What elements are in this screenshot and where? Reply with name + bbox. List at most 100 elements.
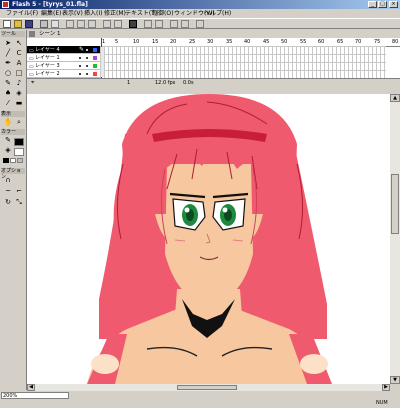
color-header: カラー — [1, 129, 25, 135]
redo-icon[interactable] — [114, 20, 122, 28]
menu-control[interactable]: 制御(O) — [152, 10, 173, 17]
layer-row[interactable]: ▭ レイヤー 4 ✎ — [27, 46, 100, 54]
horizontal-scrollbar[interactable]: ◀ ▶ — [27, 384, 390, 391]
stroke-color-icon[interactable]: ✎ — [3, 136, 13, 145]
default-colors-icon[interactable] — [3, 158, 9, 163]
layer-name: レイヤー 2 — [35, 71, 60, 77]
paste-icon[interactable] — [88, 20, 96, 28]
cut-icon[interactable] — [66, 20, 74, 28]
rectangle-tool-icon[interactable]: □ — [14, 69, 24, 78]
close-button[interactable]: × — [389, 1, 398, 8]
no-color-icon[interactable] — [10, 158, 16, 163]
subselect-tool-icon[interactable]: ↖ — [14, 39, 24, 48]
hand-tool-icon[interactable]: ✋ — [3, 118, 13, 127]
copy-icon[interactable] — [77, 20, 85, 28]
scroll-left-icon[interactable]: ◀ — [27, 384, 35, 391]
menu-edit[interactable]: 編集(E) — [41, 10, 61, 17]
ruler-label: 35 — [226, 39, 233, 45]
menu-view[interactable]: 表示(V) — [62, 10, 83, 17]
new-file-icon[interactable] — [3, 20, 11, 28]
main-toolbar — [0, 18, 400, 29]
smooth-icon[interactable] — [144, 20, 152, 28]
open-folder-icon[interactable] — [14, 20, 22, 28]
vertical-scrollbar[interactable]: ▲ ▼ — [390, 94, 400, 384]
save-icon[interactable] — [25, 20, 33, 28]
scale-icon[interactable] — [181, 20, 189, 28]
maximize-button[interactable]: □ — [378, 1, 387, 8]
layer-name: レイヤー 4 — [35, 47, 60, 53]
fill-color-swatch[interactable] — [14, 148, 24, 156]
ink-bottle-tool-icon[interactable]: ♠ — [3, 89, 13, 98]
lock-dot[interactable] — [86, 73, 88, 75]
menu-modify[interactable]: 修正(M) — [104, 10, 126, 17]
visibility-dot[interactable] — [86, 49, 88, 51]
paint-bucket-tool-icon[interactable]: ◈ — [14, 89, 24, 98]
vertical-scroll-thumb[interactable] — [391, 174, 399, 234]
scroll-up-icon[interactable]: ▲ — [390, 94, 400, 102]
ruler-label: 60 — [318, 39, 325, 45]
num-lock-indicator: NUM — [376, 400, 388, 406]
ruler-label: 75 — [374, 39, 381, 45]
layer-row[interactable]: ▭ レイヤー 1 — [27, 54, 100, 62]
character-illustration — [87, 94, 332, 384]
text-tool-icon[interactable]: A — [14, 59, 24, 68]
menu-file[interactable]: ファイル(F) — [6, 10, 38, 17]
ruler-label: 45 — [263, 39, 270, 45]
straighten-option-icon[interactable]: ⌐ — [14, 187, 24, 196]
scene-icon — [29, 31, 35, 37]
pencil-tool-icon[interactable]: ✎ — [3, 79, 13, 88]
arrow-tool-icon[interactable]: ➤ — [3, 39, 13, 48]
ruler-label: 65 — [337, 39, 344, 45]
eyedropper-tool-icon[interactable]: ⁄ — [3, 99, 13, 108]
undo-icon[interactable] — [103, 20, 111, 28]
line-tool-icon[interactable]: ╱ — [3, 49, 13, 58]
straighten-icon[interactable] — [155, 20, 163, 28]
tools-header: ツール — [1, 31, 25, 37]
align-icon[interactable] — [196, 20, 204, 28]
brush-tool-icon[interactable]: ♪ — [14, 79, 24, 88]
flash-app-icon[interactable] — [2, 1, 9, 8]
stroke-color-swatch[interactable] — [14, 138, 24, 146]
smooth-option-icon[interactable]: ~ — [3, 187, 13, 196]
snap-option-icon[interactable]: ∩ — [3, 176, 13, 185]
scene-label[interactable]: シーン 1 — [39, 30, 60, 38]
ruler-label: 5 — [115, 39, 119, 45]
horizontal-scroll-thumb[interactable] — [177, 385, 237, 390]
layer-row[interactable]: ▭ レイヤー 3 — [27, 62, 100, 70]
fill-color-icon[interactable]: ◈ — [3, 146, 13, 155]
status-bar: 200% NUM — [0, 391, 400, 408]
eraser-tool-icon[interactable]: ▬ — [14, 99, 24, 108]
visibility-dot[interactable] — [79, 73, 81, 75]
zoom-select[interactable]: 200% — [1, 392, 69, 399]
stage-canvas[interactable] — [27, 94, 390, 384]
menu-help[interactable]: ヘルプ(H) — [204, 10, 231, 17]
scale-option-icon[interactable]: ⤡ — [14, 198, 24, 207]
print-preview-icon[interactable] — [51, 20, 59, 28]
layer-color[interactable] — [93, 56, 97, 60]
frame-grid[interactable] — [100, 46, 386, 78]
snap-magnet-icon[interactable] — [129, 20, 137, 28]
layer-color[interactable] — [93, 48, 97, 52]
layer-color[interactable] — [93, 72, 97, 76]
keyframe-column[interactable] — [101, 47, 104, 77]
scroll-down-icon[interactable]: ▼ — [390, 376, 400, 384]
scroll-right-icon[interactable]: ▶ — [382, 384, 390, 391]
visibility-dot[interactable] — [79, 65, 81, 67]
tools-panel: ツール ➤ ↖ ╱ ᑕ ✒ A ○ □ ✎ ♪ ♠ ◈ ⁄ ▬ 表示 ✋ ⌕ カ… — [0, 30, 27, 390]
lasso-tool-icon[interactable]: ᑕ — [14, 49, 24, 58]
ruler-label: 40 — [244, 39, 251, 45]
layer-row[interactable]: ▭ レイヤー 2 — [27, 70, 100, 78]
print-icon[interactable] — [40, 20, 48, 28]
oval-tool-icon[interactable]: ○ — [3, 69, 13, 78]
layer-color[interactable] — [93, 64, 97, 68]
rotate-option-icon[interactable]: ↻ — [3, 198, 13, 207]
swap-colors-icon[interactable] — [17, 158, 23, 163]
lock-dot[interactable] — [86, 57, 88, 59]
menu-insert[interactable]: 挿入(I) — [84, 10, 102, 17]
minimize-button[interactable]: _ — [368, 1, 377, 8]
pen-tool-icon[interactable]: ✒ — [3, 59, 13, 68]
lock-dot[interactable] — [86, 65, 88, 67]
rotate-icon[interactable] — [170, 20, 178, 28]
visibility-dot[interactable] — [79, 57, 81, 59]
zoom-tool-icon[interactable]: ⌕ — [14, 118, 24, 127]
